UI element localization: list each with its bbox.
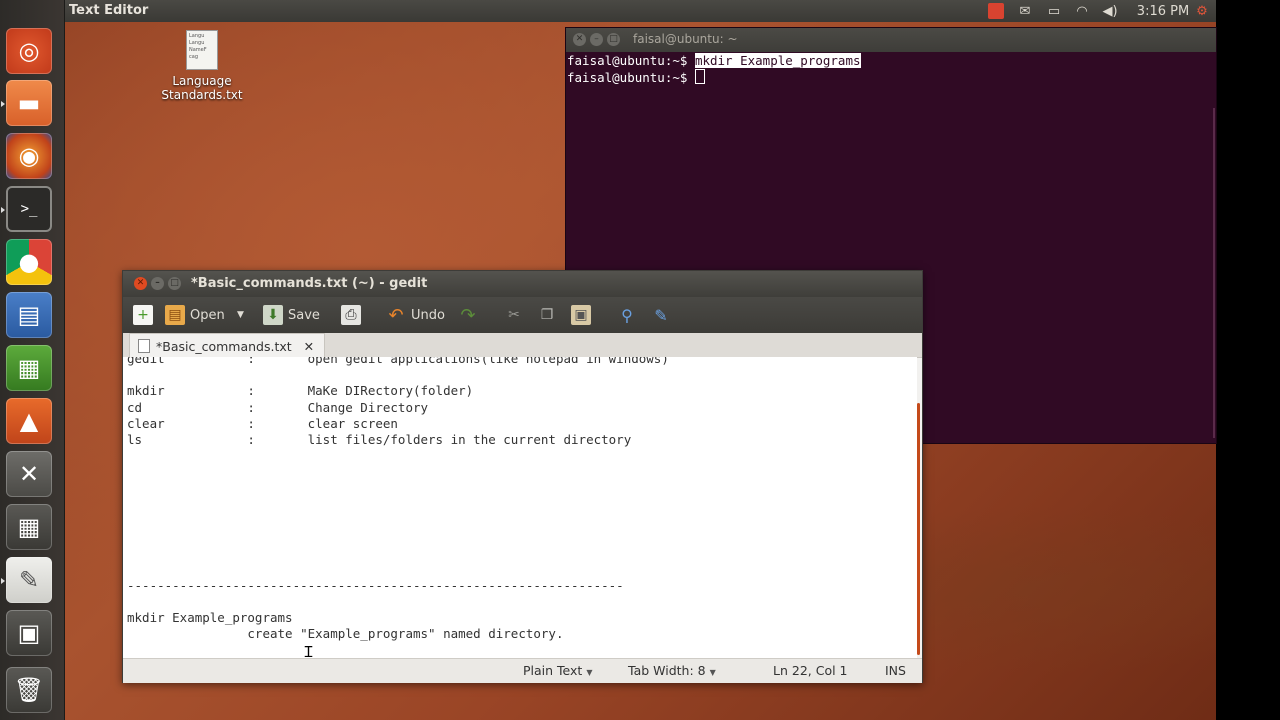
gedit-titlebar[interactable]: ✕ – □ *Basic_commands.txt (~) - gedit <box>123 271 922 297</box>
calculator-icon[interactable]: ▦ <box>6 504 52 550</box>
launcher: ◎ ▬ ◉ >_ ● ▤ ▦ ▲ ✕ ▦ ✎ ▣ 🗑 <box>0 0 65 720</box>
scissors-icon: ✂ <box>508 307 520 323</box>
maximize-icon[interactable]: □ <box>168 277 181 290</box>
running-indicator <box>1 578 5 584</box>
minimize-icon[interactable]: – <box>151 277 164 290</box>
terminal-titlebar[interactable]: ✕ – □ faisal@ubuntu: ~ <box>566 28 1216 52</box>
find-button[interactable]: ⚲ <box>617 303 637 327</box>
undo-label: Undo <box>411 307 445 323</box>
software-center-icon[interactable]: ▲ <box>6 398 52 444</box>
save-icon: ⬇ <box>263 305 283 325</box>
new-document-icon: + <box>133 305 153 325</box>
redo-icon: ↷ <box>460 304 476 326</box>
text-cursor-ibeam: Ｉ <box>301 643 317 658</box>
open-dropdown-button[interactable]: ▼ <box>237 303 244 327</box>
minimize-icon[interactable]: – <box>590 33 603 46</box>
terminal-title: faisal@ubuntu: ~ <box>633 32 738 46</box>
text-editor-area[interactable]: gedit : open gedit applications(like not… <box>123 357 917 658</box>
folder-icon: ▤ <box>165 305 185 325</box>
tab-basic-commands[interactable]: *Basic_commands.txt ✕ <box>129 333 326 358</box>
tab-width-selector[interactable]: Tab Width: 8 ▼ <box>628 663 716 678</box>
chevron-down-icon: ▼ <box>709 668 716 677</box>
record-indicator-icon[interactable] <box>988 3 1004 19</box>
save-label: Save <box>288 307 320 323</box>
terminal-scrollbar[interactable] <box>1213 108 1215 438</box>
active-app-title: Text Editor <box>69 3 149 18</box>
status-bar: Plain Text ▼ Tab Width: 8 ▼ Ln 22, Col 1 I… <box>123 658 922 683</box>
find-replace-icon: ✎ <box>654 305 668 325</box>
gear-icon[interactable]: ⚙ <box>1192 2 1212 20</box>
insert-mode: INS <box>885 663 906 678</box>
paste-icon: ▣ <box>571 305 591 325</box>
trash-icon[interactable]: 🗑 <box>6 667 52 713</box>
battery-icon[interactable]: ▭ <box>1044 2 1064 20</box>
close-tab-icon[interactable]: ✕ <box>304 339 314 354</box>
chevron-down-icon: ▼ <box>237 310 244 320</box>
calc-spreadsheet-icon[interactable]: ▦ <box>6 345 52 391</box>
file-thumbnail-text: Langu Langu NameF cag <box>189 33 207 60</box>
terminal-icon[interactable]: >_ <box>6 186 52 232</box>
new-document-button[interactable]: + <box>133 303 153 327</box>
tab-label: *Basic_commands.txt <box>156 338 292 354</box>
gedit-window[interactable]: ✕ – □ *Basic_commands.txt (~) - gedit + … <box>122 270 923 683</box>
close-icon[interactable]: ✕ <box>134 277 147 290</box>
running-indicator <box>1 101 5 107</box>
desktop-file-language-standards[interactable]: Langu Langu NameF cag Language Standards… <box>160 30 244 102</box>
tab-bar: *Basic_commands.txt ✕ <box>123 333 922 358</box>
copy-button[interactable]: ❐ <box>537 303 557 327</box>
top-panel: Text Editor ✉ ▭ ◠ ◀) 3:16 PM ⚙ <box>64 0 1216 22</box>
chrome-icon[interactable]: ● <box>6 239 52 285</box>
running-indicator <box>1 207 5 213</box>
printer-icon: ⎙ <box>341 305 361 325</box>
terminal-cursor <box>694 69 705 84</box>
clock[interactable]: 3:16 PM <box>1135 2 1191 20</box>
save-button[interactable]: ⬇ Save <box>263 303 320 327</box>
editor-scrollbar[interactable] <box>917 403 920 655</box>
language-label: Plain Text <box>523 663 583 678</box>
mail-icon[interactable]: ✉ <box>1016 2 1034 20</box>
terminal-output[interactable]: faisal@ubuntu:~$ mkdir Example_programs … <box>567 53 861 86</box>
tab-width-label: Tab Width: 8 <box>628 663 706 678</box>
open-button[interactable]: ▤ Open <box>165 303 225 327</box>
text-file-icon: Langu Langu NameF cag <box>186 30 218 70</box>
wifi-icon[interactable]: ◠ <box>1072 2 1092 20</box>
print-button[interactable]: ⎙ <box>341 303 361 327</box>
copy-icon: ❐ <box>540 307 554 323</box>
terminal-prompt: faisal@ubuntu:~$ <box>567 53 695 68</box>
dash-home-icon[interactable]: ◎ <box>6 28 52 74</box>
undo-icon: ↶ <box>388 304 404 326</box>
document-content: gedit : open gedit applications(like not… <box>127 357 669 642</box>
text-editor-icon[interactable]: ✎ <box>6 557 52 603</box>
workspace-switcher-icon[interactable]: ▣ <box>6 610 52 656</box>
close-icon[interactable]: ✕ <box>573 33 586 46</box>
terminal-prompt-2: faisal@ubuntu:~$ <box>567 70 695 85</box>
volume-icon[interactable]: ◀) <box>1100 2 1120 20</box>
desktop-file-label: Language Standards.txt <box>161 74 243 102</box>
cursor-position: Ln 22, Col 1 <box>773 663 848 678</box>
files-icon[interactable]: ▬ <box>6 80 52 126</box>
writer-icon[interactable]: ▤ <box>6 292 52 338</box>
replace-button[interactable]: ✎ <box>651 303 671 327</box>
cut-button[interactable]: ✂ <box>504 303 524 327</box>
chevron-down-icon: ▼ <box>586 668 593 677</box>
terminal-command: mkdir Example_programs <box>694 53 861 68</box>
firefox-icon[interactable]: ◉ <box>6 133 52 179</box>
open-label: Open <box>190 307 225 323</box>
maximize-icon[interactable]: □ <box>607 33 620 46</box>
redo-button[interactable]: ↷ <box>458 303 478 327</box>
document-icon <box>138 339 150 353</box>
paste-button[interactable]: ▣ <box>571 303 591 327</box>
gedit-title: *Basic_commands.txt (~) - gedit <box>191 276 428 291</box>
language-selector[interactable]: Plain Text ▼ <box>523 663 592 678</box>
undo-button[interactable]: ↶ Undo <box>386 303 445 327</box>
gedit-toolbar: + ▤ Open ▼ ⬇ Save ⎙ ↶ Undo ↷ ✂ ❐ ▣ ⚲ ✎ <box>123 297 922 333</box>
search-icon: ⚲ <box>621 305 633 325</box>
settings-icon[interactable]: ✕ <box>6 451 52 497</box>
